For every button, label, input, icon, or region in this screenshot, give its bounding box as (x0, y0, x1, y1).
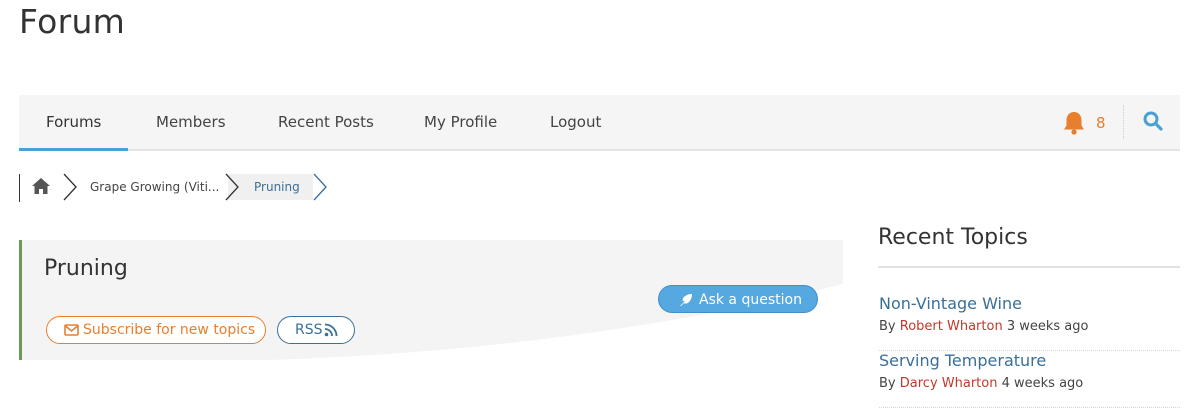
search-icon[interactable] (1142, 110, 1164, 132)
subscribe-label: Subscribe for new topics (83, 322, 256, 338)
home-icon[interactable] (31, 177, 51, 195)
main-nav: Forums Members Recent Posts My Profile L… (18, 95, 1180, 151)
nav-members[interactable]: Members (156, 95, 226, 149)
list-item: Serving Temperature By Darcy Wharton 4 w… (879, 351, 1180, 408)
breadcrumb-separator-icon (63, 173, 77, 201)
topic-title-link[interactable]: Non-Vintage Wine (879, 294, 1022, 313)
ask-question-button[interactable]: Ask a question (658, 285, 818, 313)
subscribe-button[interactable]: Subscribe for new topics (46, 316, 266, 344)
topic-meta: By Darcy Wharton 4 weeks ago (879, 376, 1083, 391)
nav-recent-posts[interactable]: Recent Posts (278, 95, 374, 149)
page-title: Forum (19, 2, 126, 41)
nav-logout[interactable]: Logout (550, 95, 601, 149)
forum-header-panel: Pruning Ask a question Subscribe for new… (19, 240, 843, 360)
topic-time: 3 weeks ago (1006, 319, 1089, 334)
feather-icon (680, 294, 692, 306)
sidebar-divider (878, 266, 1180, 268)
rss-label: RSS (295, 322, 323, 338)
ask-question-label: Ask a question (699, 292, 802, 308)
breadcrumb-separator-icon (225, 173, 239, 201)
topic-title-link[interactable]: Serving Temperature (879, 351, 1046, 370)
breadcrumb-start-bar (19, 174, 20, 202)
by-label: By (879, 376, 896, 391)
nav-my-profile[interactable]: My Profile (424, 95, 497, 149)
bell-icon[interactable] (1061, 110, 1087, 136)
recent-topics-title: Recent Topics (878, 225, 1028, 250)
topic-author-link[interactable]: Robert Wharton (900, 319, 1003, 334)
nav-divider (1123, 105, 1124, 139)
breadcrumb-end-icon (313, 173, 327, 201)
envelope-icon (64, 324, 79, 336)
breadcrumb-item-pruning: Pruning (254, 180, 300, 194)
nav-forums[interactable]: Forums (18, 95, 129, 151)
topic-meta: By Robert Wharton 3 weeks ago (879, 319, 1088, 334)
notification-count[interactable]: 8 (1096, 95, 1106, 151)
by-label: By (879, 319, 896, 334)
rss-button[interactable]: RSS (277, 316, 355, 344)
list-item: Non-Vintage Wine By Robert Wharton 3 wee… (879, 294, 1180, 351)
breadcrumb-item-grape-growing[interactable]: Grape Growing (Viti... (90, 172, 219, 202)
topic-time: 4 weeks ago (1001, 376, 1084, 391)
topic-author-link[interactable]: Darcy Wharton (900, 376, 998, 391)
forum-title: Pruning (44, 256, 128, 281)
rss-icon (324, 323, 338, 337)
